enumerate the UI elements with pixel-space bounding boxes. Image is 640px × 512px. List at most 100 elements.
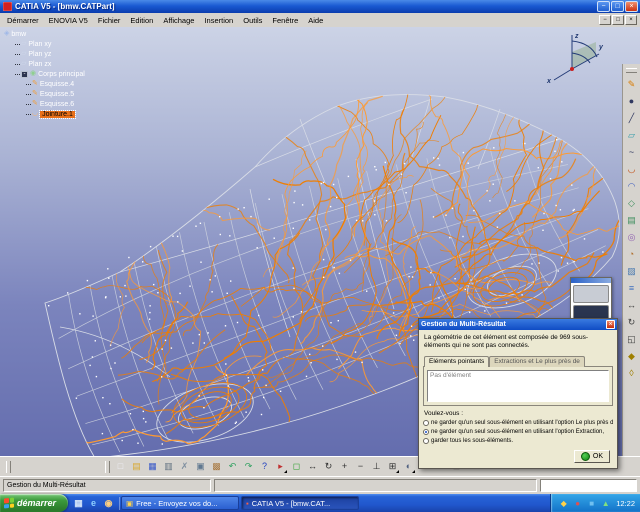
zoom-out-icon[interactable]: −	[353, 459, 368, 474]
paste-icon[interactable]: ▩	[209, 459, 224, 474]
radio-icon[interactable]	[423, 429, 429, 435]
tray-icon-network[interactable]: ■	[586, 498, 597, 509]
tray-icon-volume[interactable]: ▲	[600, 498, 611, 509]
tree-item-icon: ✎	[32, 90, 38, 98]
menu-enovia-v5[interactable]: ENOVIA V5	[44, 15, 93, 26]
menu-fenetre[interactable]: Fenêtre	[267, 15, 303, 26]
tab-extractions[interactable]: Extractions et Le plus près de	[489, 356, 585, 367]
task-icon: ▣	[126, 499, 133, 508]
point-icon[interactable]: ●	[624, 94, 639, 109]
restore-button[interactable]: □	[611, 1, 624, 12]
plane-icon[interactable]: ▱	[624, 128, 639, 143]
tree-item-plan-yz[interactable]: ▱ Plan yz	[15, 49, 85, 59]
minimize-button[interactable]: −	[597, 1, 610, 12]
tree-item-plan-xy[interactable]: ▱ Plan xy	[15, 39, 85, 49]
show-desktop-icon[interactable]: ▦	[72, 497, 85, 510]
save-icon[interactable]: ▦	[145, 459, 160, 474]
menu-affichage[interactable]: Affichage	[158, 15, 199, 26]
tree-expander-icon[interactable]: -	[21, 71, 28, 78]
media-player-icon[interactable]: ◉	[102, 497, 115, 510]
measure-icon[interactable]: ◊	[624, 366, 639, 381]
dialog-title-bar[interactable]: Gestion du Multi-Résultat ×	[419, 319, 617, 330]
status-message: Gestion du Multi-Résultat	[3, 479, 211, 492]
ie-icon[interactable]: e	[87, 497, 100, 510]
sweep-icon[interactable]: ◔	[624, 247, 639, 262]
ok-button[interactable]: OK	[574, 450, 610, 463]
tree-item-bmw[interactable]: ◈ bmw	[4, 29, 85, 39]
undo-icon[interactable]: ↶	[225, 459, 240, 474]
compass-origin-dot	[570, 67, 574, 71]
option-garder-tous[interactable]: garder tous les sous-éléments.	[423, 437, 613, 446]
pan-icon[interactable]: ↔	[305, 459, 320, 474]
new-document-icon[interactable]: □	[113, 459, 128, 474]
menu-demarrer[interactable]: Démarrer	[2, 15, 44, 26]
title-bar: CATIA V5 - [bmw.CATPart] −□×	[0, 0, 640, 13]
redo-icon[interactable]: ↷	[241, 459, 256, 474]
help-icon[interactable]: ?	[257, 459, 272, 474]
elements-listbox[interactable]: Pas d'élément	[427, 370, 609, 402]
render-style-icon[interactable]: ◐	[401, 459, 416, 474]
radio-icon[interactable]	[423, 438, 429, 444]
menu-fichier[interactable]: Fichier	[93, 15, 126, 26]
power-input-field[interactable]	[540, 479, 637, 492]
document-window-controls: −□×	[599, 15, 640, 25]
compass-y-label: y	[598, 44, 604, 51]
fit-all-icon[interactable]: ◻	[289, 459, 304, 474]
normal-view-icon[interactable]: ⊥	[369, 459, 384, 474]
cut-icon[interactable]: ✗	[177, 459, 192, 474]
toolbar-drag-handle[interactable]	[105, 461, 110, 473]
toolbar-drag-handle[interactable]	[626, 68, 637, 73]
orientation-compass[interactable]: z y x	[544, 29, 606, 87]
translate-icon[interactable]: ↔	[624, 298, 639, 313]
loft-icon[interactable]: ◆	[624, 349, 639, 364]
tray-icon-updates[interactable]: ◆	[558, 498, 569, 509]
print-icon[interactable]: ▥	[161, 459, 176, 474]
scale-icon[interactable]: ◱	[624, 332, 639, 347]
sketcher-icon[interactable]: ✎	[624, 77, 639, 92]
menu-insertion[interactable]: Insertion	[199, 15, 238, 26]
tray-icon-antivirus[interactable]: ●	[572, 498, 583, 509]
radio-icon[interactable]	[423, 420, 429, 426]
tree-item-jointure-1[interactable]: ◡ Jointure.1	[26, 109, 85, 119]
dialog-footer: OK	[423, 446, 613, 466]
rotate-view-icon[interactable]: ↻	[321, 459, 336, 474]
toolbar-drag-handle[interactable]	[6, 461, 11, 473]
tree-item-plan-zx[interactable]: ▱ Plan zx	[15, 59, 85, 69]
fly-mode-icon[interactable]: ▸	[273, 459, 288, 474]
tree-item-esquisse-6[interactable]: ✎ Esquisse.6	[26, 99, 85, 109]
task-free-envoyez[interactable]: ▣ Free - Envoyez vos do...	[121, 496, 239, 510]
revolve-icon[interactable]: ◎	[624, 230, 639, 245]
line-icon[interactable]: ╱	[624, 111, 639, 126]
task-catia-bmw[interactable]: ▪ CATIA V5 - [bmw.CAT...	[241, 496, 359, 510]
start-button[interactable]: démarrer	[0, 494, 68, 512]
zoom-in-icon[interactable]: +	[337, 459, 352, 474]
menu-aide[interactable]: Aide	[303, 15, 328, 26]
dialog-tab-panel: Pas d'élément	[423, 366, 613, 406]
option-le-plus-pres-de[interactable]: ne garder qu'un seul sous-élément en uti…	[423, 419, 613, 428]
boundary-icon[interactable]: ◇	[624, 196, 639, 211]
tree-item-esquisse-4[interactable]: ✎ Esquisse.4	[26, 79, 85, 89]
doc-close-button[interactable]: ×	[625, 15, 637, 25]
multi-view-icon[interactable]: ⊞	[385, 459, 400, 474]
fill-icon[interactable]: ▨	[624, 264, 639, 279]
option-extraction[interactable]: ne garder qu'un seul sous-élément en uti…	[423, 428, 613, 437]
extrude-icon[interactable]: ▤	[624, 213, 639, 228]
tree-item-corps-principal[interactable]: - ◉ Corps principal	[15, 69, 85, 79]
tree-item-esquisse-5[interactable]: ✎ Esquisse.5	[26, 89, 85, 99]
doc-minimize-button[interactable]: −	[599, 15, 611, 25]
dialog-close-icon[interactable]: ×	[606, 320, 615, 329]
offset-icon[interactable]: ≡	[624, 281, 639, 296]
menu-outils[interactable]: Outils	[238, 15, 267, 26]
doc-restore-button[interactable]: □	[612, 15, 624, 25]
tab-elements-pointants[interactable]: Eléments pointants	[424, 356, 489, 367]
spline-icon[interactable]: ~	[624, 145, 639, 160]
quick-launch-bar: ▦e◉	[68, 497, 120, 510]
menu-edition[interactable]: Edition	[125, 15, 158, 26]
rotate-icon[interactable]: ↻	[624, 315, 639, 330]
open-icon[interactable]: ▤	[129, 459, 144, 474]
join-icon[interactable]: ◡	[624, 162, 639, 177]
light-material-swatch[interactable]	[573, 285, 609, 303]
copy-icon[interactable]: ▣	[193, 459, 208, 474]
close-button[interactable]: ×	[625, 1, 638, 12]
split-icon[interactable]: ◠	[624, 179, 639, 194]
